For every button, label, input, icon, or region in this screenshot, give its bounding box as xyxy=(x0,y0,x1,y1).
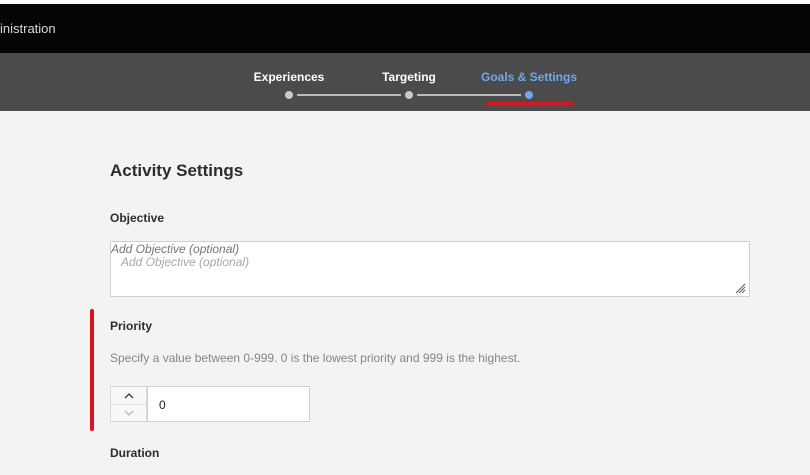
priority-label: Priority xyxy=(110,319,153,333)
step-experiences[interactable]: Experiences xyxy=(254,70,325,84)
top-header: inistration xyxy=(0,4,810,53)
step-targeting[interactable]: Targeting xyxy=(382,70,436,84)
step-dot-experiences[interactable] xyxy=(285,91,293,99)
duration-label: Duration xyxy=(110,446,160,460)
chevron-up-icon xyxy=(124,392,133,398)
increment-button[interactable] xyxy=(111,387,146,405)
priority-input[interactable]: 0 xyxy=(147,386,310,422)
decrement-button[interactable] xyxy=(111,404,146,421)
priority-value: 0 xyxy=(159,398,166,412)
priority-stepper[interactable] xyxy=(110,386,147,422)
step-dot-goals-settings[interactable] xyxy=(525,91,533,99)
chevron-down-icon xyxy=(124,410,133,416)
active-step-highlight xyxy=(486,102,574,106)
step-connector xyxy=(297,94,401,96)
breadcrumb[interactable]: inistration xyxy=(0,4,56,53)
objective-field[interactable] xyxy=(110,241,750,297)
step-navigation: Experiences Targeting Goals & Settings xyxy=(0,53,810,111)
step-dot-targeting[interactable] xyxy=(405,91,413,99)
objective-placeholder: Add Objective (optional) xyxy=(121,255,250,269)
step-connector xyxy=(417,94,521,96)
priority-description: Specify a value between 0-999. 0 is the … xyxy=(110,351,521,365)
resize-handle-icon[interactable] xyxy=(734,282,746,294)
main-content: Activity Settings Objective Add Objectiv… xyxy=(0,111,810,475)
step-goals-settings[interactable]: Goals & Settings xyxy=(481,70,577,84)
page-title: Activity Settings xyxy=(110,161,244,180)
objective-label: Objective xyxy=(110,211,165,225)
priority-highlight-bar xyxy=(90,309,94,431)
